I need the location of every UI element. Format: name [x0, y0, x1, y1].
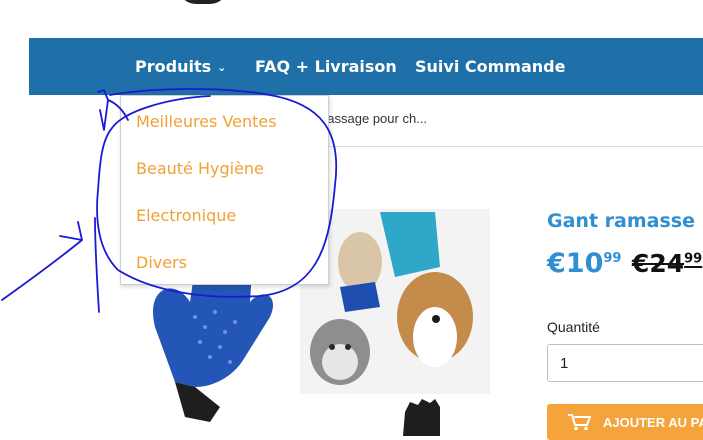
nav-item-suivi-commande[interactable]: Suivi Commande [415, 38, 565, 95]
price-current-cents: 99 [603, 251, 622, 266]
price-old: €2499 [632, 249, 702, 278]
price-current: €1099 [547, 248, 621, 279]
nav-item-produits[interactable]: Produits ⌄ [135, 38, 226, 95]
nav-item-label: FAQ + Livraison [255, 57, 397, 76]
cart-icon [567, 413, 592, 434]
price-row: €1099 €2499 [547, 248, 702, 279]
nav-item-label: Produits [135, 57, 212, 76]
dropdown-item-beaute-hygiene[interactable]: Beauté Hygiène [136, 159, 264, 178]
main-navbar: Produits ⌄ FAQ + Livraison Suivi Commande [29, 38, 703, 95]
price-current-main: €10 [547, 248, 604, 279]
annotation-arrow [1, 221, 83, 301]
products-dropdown-menu: Meilleures Ventes Beauté Hygiène Electro… [120, 95, 329, 285]
add-to-cart-label: AJOUTER AU PA [603, 415, 703, 430]
logo[interactable] [178, 0, 228, 4]
dropdown-item-divers[interactable]: Divers [136, 253, 187, 272]
product-title[interactable]: Gant ramasse po [547, 210, 703, 232]
quantity-input[interactable] [547, 344, 703, 382]
quantity-label: Quantité [547, 319, 600, 335]
nav-item-faq-livraison[interactable]: FAQ + Livraison [255, 38, 397, 95]
price-old-main: €24 [631, 249, 685, 278]
small-glove-illustration [403, 399, 440, 436]
annotation-arrow-stem [94, 217, 100, 313]
dropdown-item-electronique[interactable]: Electronique [136, 206, 236, 225]
add-to-cart-button[interactable]: AJOUTER AU PA [547, 404, 703, 440]
nav-item-label: Suivi Commande [415, 57, 566, 76]
dropdown-item-meilleures-ventes[interactable]: Meilleures Ventes [136, 112, 277, 131]
chevron-down-icon: ⌄ [217, 61, 227, 74]
price-old-cents: 99 [684, 251, 703, 267]
